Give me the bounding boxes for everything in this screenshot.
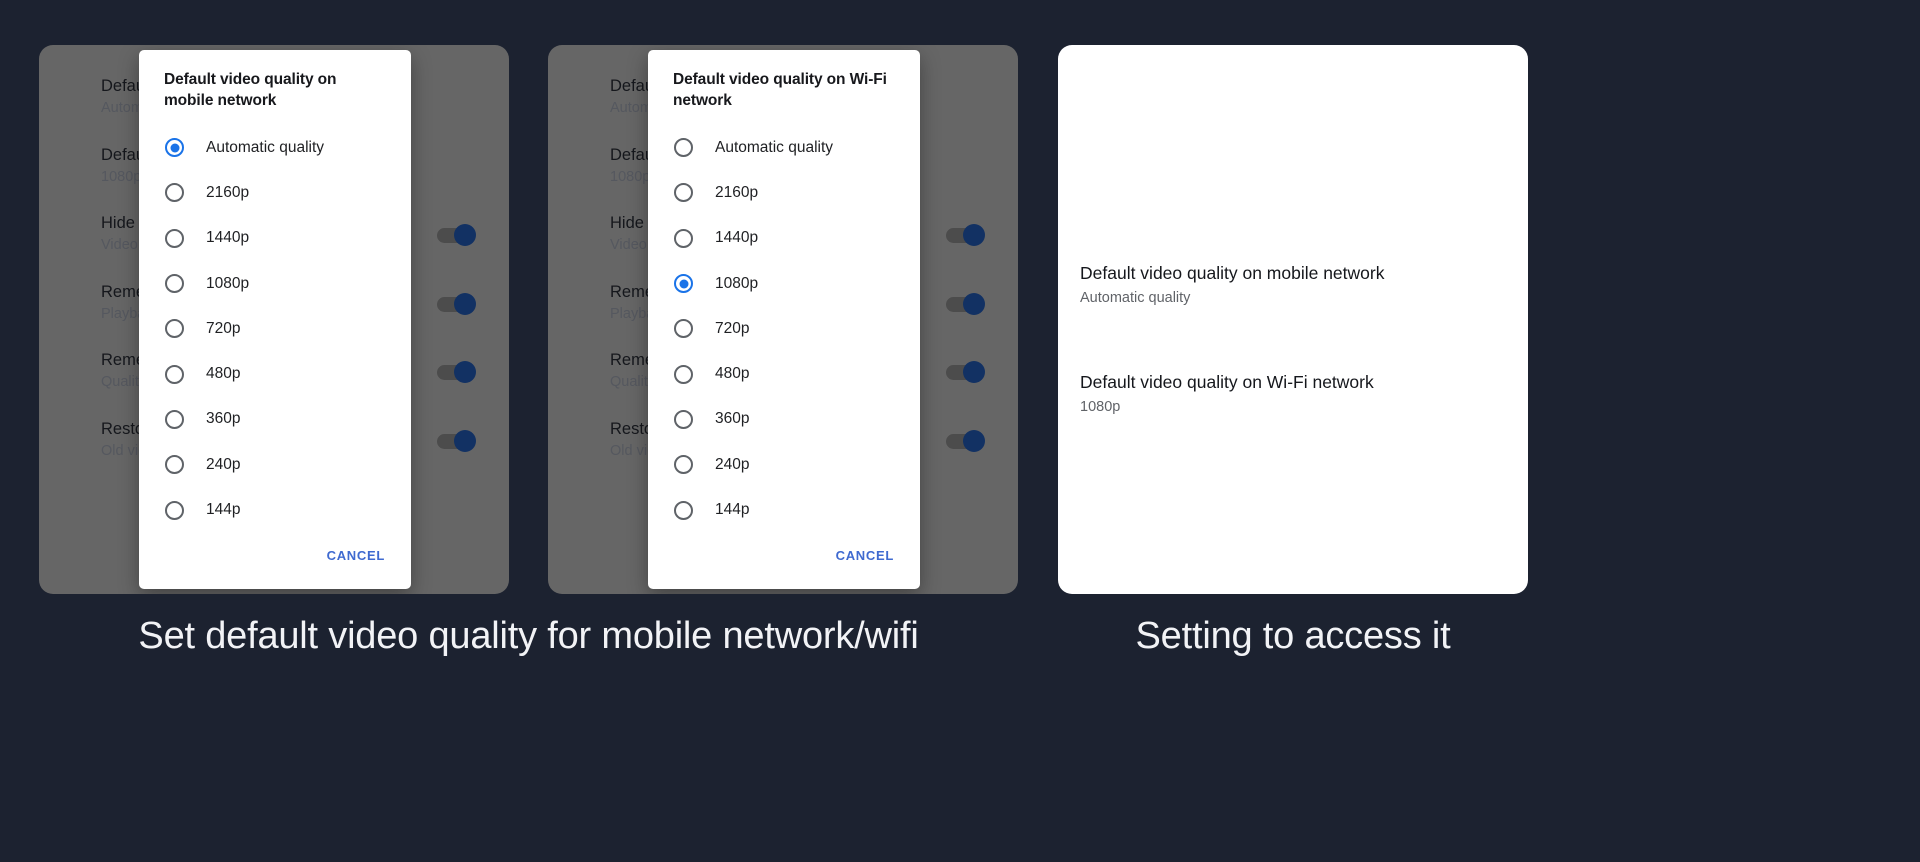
radio-option-2160p[interactable]: 2160p [139, 170, 411, 215]
radio-unselected-icon[interactable] [165, 455, 184, 475]
radio-option-automatic-quality[interactable]: Automatic quality [139, 125, 411, 170]
radio-unselected-icon[interactable] [165, 183, 184, 203]
radio-unselected-icon[interactable] [165, 228, 184, 248]
radio-option-label: 1440p [206, 229, 250, 247]
toggle-knob [454, 224, 476, 246]
settings-entry-list: Default video quality on mobile network … [1058, 261, 1528, 479]
radio-option-2160p[interactable]: 2160p [648, 170, 920, 215]
video-quality-dialog-wifi: Default video quality on Wi-Fi network A… [648, 50, 920, 589]
radio-unselected-icon[interactable] [674, 228, 693, 248]
quality-radio-group: Automatic quality 2160p 1440p 1080p 720p [648, 125, 920, 542]
radio-option-label: 720p [715, 319, 750, 337]
toggle-knob [963, 224, 985, 246]
screenshot-stage: Default video quality on mobile network … [0, 0, 1920, 862]
settings-row-toggle[interactable] [437, 361, 476, 383]
radio-unselected-icon[interactable] [165, 500, 184, 520]
settings-entry-title: Default video quality on Wi-Fi network [1080, 372, 1374, 392]
radio-option-720p[interactable]: 720p [139, 306, 411, 351]
radio-option-label: 2160p [206, 183, 250, 201]
settings-entry-row-mobile[interactable]: Default video quality on mobile network … [1080, 261, 1502, 308]
radio-unselected-icon[interactable] [674, 455, 693, 475]
radio-option-label: 720p [206, 319, 241, 337]
caption-left: Set default video quality for mobile net… [138, 615, 919, 657]
radio-unselected-icon[interactable] [165, 409, 184, 429]
cancel-button[interactable]: CANCEL [323, 542, 389, 569]
settings-row-toggle[interactable] [437, 224, 476, 246]
radio-option-label: 1080p [206, 274, 250, 292]
radio-option-1080p[interactable]: 1080p [139, 261, 411, 306]
panel-mobile-network: Default video quality on mobile network … [39, 45, 509, 594]
settings-entry-row-wifi[interactable]: Default video quality on Wi-Fi network 1… [1080, 370, 1502, 417]
radio-option-360p[interactable]: 360p [648, 397, 920, 442]
radio-unselected-icon[interactable] [165, 319, 184, 339]
radio-unselected-icon[interactable] [674, 138, 693, 158]
radio-option-label: 480p [206, 365, 241, 383]
settings-row-toggle[interactable] [437, 292, 476, 315]
radio-option-label: 360p [715, 410, 750, 428]
radio-option-label: 240p [206, 455, 241, 473]
radio-option-144p[interactable]: 144p [139, 487, 411, 532]
radio-unselected-icon[interactable] [674, 364, 693, 384]
radio-option-240p[interactable]: 240p [648, 442, 920, 487]
settings-row-toggle[interactable] [946, 361, 985, 383]
radio-selected-icon[interactable] [165, 138, 184, 158]
radio-option-360p[interactable]: 360p [139, 397, 411, 442]
panel-settings-entry: Default video quality on mobile network … [1058, 45, 1528, 594]
radio-option-1080p[interactable]: 1080p [648, 261, 920, 306]
cancel-button[interactable]: CANCEL [832, 542, 898, 569]
radio-unselected-icon[interactable] [674, 319, 693, 339]
toggle-knob [454, 292, 476, 315]
caption-right: Setting to access it [1135, 615, 1451, 657]
radio-option-1440p[interactable]: 1440p [648, 216, 920, 261]
radio-option-480p[interactable]: 480p [648, 351, 920, 396]
settings-row-toggle[interactable] [946, 292, 985, 315]
settings-entry-value: Automatic quality [1080, 290, 1191, 306]
settings-entry-title: Default video quality on mobile network [1080, 263, 1385, 283]
toggle-knob [963, 292, 985, 315]
radio-option-label: 144p [715, 501, 750, 519]
radio-option-144p[interactable]: 144p [648, 487, 920, 532]
radio-unselected-icon[interactable] [674, 409, 693, 429]
toggle-knob [454, 429, 476, 452]
radio-unselected-icon[interactable] [165, 364, 184, 384]
settings-row-toggle[interactable] [437, 429, 476, 452]
radio-option-720p[interactable]: 720p [648, 306, 920, 351]
radio-option-label: 360p [206, 410, 241, 428]
radio-option-label: Automatic quality [206, 138, 325, 156]
radio-unselected-icon[interactable] [674, 183, 693, 203]
dialog-title: Default video quality on mobile network [164, 71, 337, 109]
video-quality-dialog-mobile: Default video quality on mobile network … [139, 50, 411, 589]
radio-option-240p[interactable]: 240p [139, 442, 411, 487]
panel-wifi-network: Default video quality on mobile network … [548, 45, 1018, 594]
radio-option-label: Automatic quality [715, 138, 834, 156]
settings-row-toggle[interactable] [946, 429, 985, 452]
radio-unselected-icon[interactable] [674, 500, 693, 520]
radio-option-label: 240p [715, 455, 750, 473]
radio-option-label: 1440p [715, 229, 759, 247]
radio-option-label: 144p [206, 501, 241, 519]
radio-option-480p[interactable]: 480p [139, 351, 411, 396]
dialog-title: Default video quality on Wi-Fi network [673, 71, 887, 109]
dialog-actions: CANCEL [648, 542, 920, 589]
radio-option-automatic-quality[interactable]: Automatic quality [648, 125, 920, 170]
radio-unselected-icon[interactable] [165, 274, 184, 294]
toggle-knob [454, 361, 476, 383]
toggle-knob [963, 429, 985, 452]
quality-radio-group: Automatic quality 2160p 1440p 1080p 720p [139, 125, 411, 542]
dialog-actions: CANCEL [139, 542, 411, 589]
radio-option-label: 2160p [715, 183, 759, 201]
radio-option-label: 1080p [715, 274, 759, 292]
settings-entry-value: 1080p [1080, 399, 1121, 415]
settings-row-toggle[interactable] [946, 224, 985, 246]
radio-option-label: 480p [715, 365, 750, 383]
radio-option-1440p[interactable]: 1440p [139, 216, 411, 261]
toggle-knob [963, 361, 985, 383]
radio-selected-icon[interactable] [674, 274, 693, 294]
